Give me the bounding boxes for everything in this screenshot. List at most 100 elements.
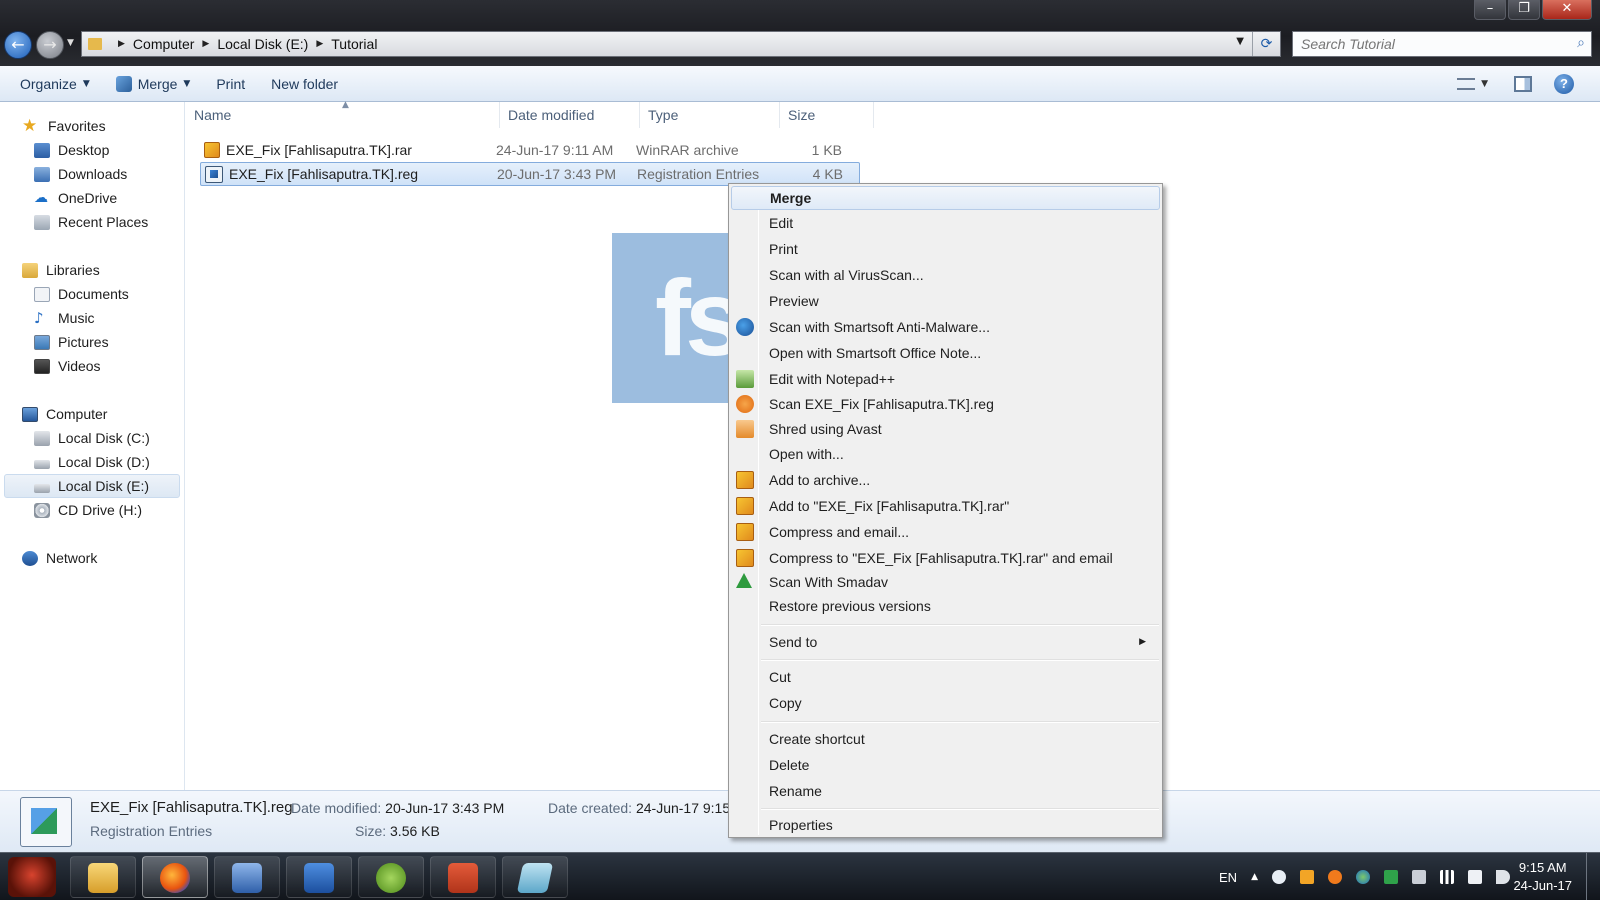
chevron-right-icon[interactable]: ▶ bbox=[118, 39, 125, 49]
recent-pages-dropdown[interactable]: ▼ bbox=[67, 38, 74, 48]
organize-button[interactable]: Organize ▼ bbox=[10, 66, 100, 101]
print-button[interactable]: Print bbox=[206, 66, 255, 101]
taskbar-explorer[interactable] bbox=[70, 856, 136, 898]
taskbar-notepad[interactable] bbox=[502, 856, 568, 898]
address-bar[interactable]: ▶ Computer ▶ Local Disk (E:) ▶ Tutorial ▼ … bbox=[81, 31, 1281, 57]
sidebar-item-local-disk-e[interactable]: Local Disk (E:) bbox=[4, 474, 180, 498]
menu-item-preview[interactable]: Preview bbox=[731, 289, 1160, 313]
libraries-icon bbox=[22, 262, 38, 278]
preview-pane-icon[interactable] bbox=[1514, 76, 1532, 92]
chevron-down-icon: ▼ bbox=[82, 78, 90, 89]
menu-item-open-smartsoft-note[interactable]: Open with Smartsoft Office Note... bbox=[731, 341, 1160, 365]
sidebar-computer[interactable]: Computer bbox=[0, 402, 184, 426]
menu-item-compress-email[interactable]: Compress and email... bbox=[731, 520, 1160, 544]
sidebar-item-cd-drive-h[interactable]: CD Drive (H:) bbox=[0, 498, 184, 522]
show-hidden-icons-icon[interactable]: ▲ bbox=[1251, 872, 1258, 882]
menu-item-delete[interactable]: Delete bbox=[731, 753, 1160, 777]
minimize-button[interactable]: – bbox=[1474, 0, 1506, 20]
taskbar-vm-player[interactable] bbox=[214, 856, 280, 898]
menu-item-scan-smadav[interactable]: Scan With Smadav bbox=[731, 570, 1160, 594]
sidebar-libraries[interactable]: Libraries bbox=[0, 258, 184, 282]
smadav-tray-icon[interactable] bbox=[1384, 870, 1398, 884]
menu-item-properties[interactable]: Properties bbox=[731, 813, 1160, 837]
address-history-dropdown[interactable]: ▼ bbox=[1236, 36, 1244, 47]
breadcrumb-local-disk-e[interactable]: Local Disk (E:) ▶ bbox=[217, 36, 331, 52]
network-signal-icon[interactable] bbox=[1440, 870, 1454, 884]
menu-item-print[interactable]: Print bbox=[731, 237, 1160, 261]
breadcrumb-tutorial[interactable]: Tutorial bbox=[331, 36, 377, 52]
desktop-icon bbox=[34, 142, 50, 158]
view-options-dropdown[interactable]: ▼ bbox=[1481, 79, 1488, 89]
sidebar-network[interactable]: Network bbox=[0, 546, 184, 570]
menu-item-add-to-rar[interactable]: Add to "EXE_Fix [Fahlisaputra.TK].rar" bbox=[731, 494, 1160, 518]
sidebar-item-recent-places[interactable]: Recent Places bbox=[0, 210, 184, 234]
maximize-button[interactable]: ❐ bbox=[1508, 0, 1540, 20]
show-desktop-button[interactable] bbox=[1586, 853, 1600, 900]
menu-item-scan-virusscan[interactable]: Scan with al VirusScan... bbox=[731, 263, 1160, 287]
taskbar-powerpoint[interactable] bbox=[430, 856, 496, 898]
menu-item-scan-avast[interactable]: Scan EXE_Fix [Fahlisaputra.TK].reg bbox=[731, 392, 1160, 416]
volume-icon[interactable] bbox=[1496, 870, 1510, 884]
reg-icon bbox=[205, 165, 223, 183]
sidebar-item-documents[interactable]: Documents bbox=[0, 282, 184, 306]
avast-tray-icon[interactable] bbox=[1328, 870, 1342, 884]
music-note-icon: ♪ bbox=[34, 308, 44, 327]
details-date-created: Date created: 24-Jun-17 9:15 bbox=[548, 800, 731, 816]
menu-item-rename[interactable]: Rename bbox=[731, 779, 1160, 803]
onedrive-tray-icon[interactable] bbox=[1272, 870, 1286, 884]
search-icon[interactable]: ⌕ bbox=[1577, 35, 1585, 51]
sidebar-item-local-disk-c[interactable]: Local Disk (C:) bbox=[0, 426, 184, 450]
sidebar-item-downloads[interactable]: Downloads bbox=[0, 162, 184, 186]
sidebar-item-music[interactable]: ♪ Music bbox=[0, 306, 184, 330]
sidebar-item-onedrive[interactable]: ☁ OneDrive bbox=[0, 186, 184, 210]
title-bar: – ❐ ✕ ← → ▼ ▶ Computer ▶ Local Disk (E:) ▶… bbox=[0, 0, 1600, 66]
chevron-right-icon[interactable]: ▶ bbox=[316, 39, 323, 49]
sidebar-item-desktop[interactable]: Desktop bbox=[0, 138, 184, 162]
chevron-right-icon[interactable]: ▶ bbox=[202, 39, 209, 49]
menu-item-send-to[interactable]: Send to ▶ bbox=[731, 630, 1160, 654]
menu-item-edit[interactable]: Edit bbox=[731, 211, 1160, 235]
breadcrumb-computer[interactable]: Computer ▶ bbox=[133, 36, 217, 52]
forward-button[interactable]: → bbox=[36, 31, 64, 59]
media-tray-icon[interactable] bbox=[1300, 870, 1314, 884]
menu-item-edit-notepadpp[interactable]: Edit with Notepad++ bbox=[731, 367, 1160, 391]
start-button[interactable] bbox=[8, 857, 56, 897]
clock[interactable]: 9:15 AM 24-Jun-17 bbox=[1513, 859, 1572, 895]
menu-item-copy[interactable]: Copy bbox=[731, 691, 1160, 715]
update-tray-icon[interactable] bbox=[1356, 870, 1370, 884]
column-header-type[interactable]: Type bbox=[640, 102, 780, 128]
refresh-button[interactable]: ⟳ bbox=[1252, 32, 1280, 56]
taskbar-firefox[interactable] bbox=[142, 856, 208, 898]
menu-item-restore-previous-versions[interactable]: Restore previous versions bbox=[731, 594, 1160, 618]
menu-item-cut[interactable]: Cut bbox=[731, 665, 1160, 689]
taskbar-android-studio[interactable] bbox=[358, 856, 424, 898]
search-box[interactable]: ⌕ bbox=[1292, 31, 1592, 57]
column-header-date-modified[interactable]: Date modified bbox=[500, 102, 640, 128]
menu-item-open-with[interactable]: Open with... bbox=[731, 442, 1160, 466]
menu-item-shred-avast[interactable]: Shred using Avast bbox=[731, 417, 1160, 441]
details-date-modified: Date modified: 20-Jun-17 3:43 PM bbox=[291, 800, 505, 816]
menu-item-compress-to-rar-email[interactable]: Compress to "EXE_Fix [Fahlisaputra.TK].r… bbox=[731, 546, 1160, 570]
menu-item-add-to-archive[interactable]: Add to archive... bbox=[731, 468, 1160, 492]
menu-item-scan-smartsoft[interactable]: Scan with Smartsoft Anti-Malware... bbox=[731, 315, 1160, 339]
sidebar-item-videos[interactable]: Videos bbox=[0, 354, 184, 378]
action-center-flag-icon[interactable] bbox=[1468, 870, 1482, 884]
file-row[interactable]: EXE_Fix [Fahlisaputra.TK].rar 24-Jun-17 … bbox=[200, 138, 860, 162]
help-icon[interactable]: ? bbox=[1554, 74, 1574, 94]
sidebar-item-pictures[interactable]: Pictures bbox=[0, 330, 184, 354]
change-view-icon[interactable] bbox=[1457, 78, 1476, 90]
new-folder-button[interactable]: New folder bbox=[261, 66, 348, 101]
rar-icon bbox=[204, 142, 220, 158]
merge-button[interactable]: Merge ▼ bbox=[106, 66, 201, 101]
sidebar-favorites[interactable]: ★ Favorites bbox=[0, 114, 184, 138]
power-tray-icon[interactable] bbox=[1412, 870, 1426, 884]
search-input[interactable] bbox=[1293, 32, 1553, 56]
back-button[interactable]: ← bbox=[4, 31, 32, 59]
language-indicator[interactable]: EN bbox=[1219, 870, 1237, 885]
taskbar-visual-basic[interactable] bbox=[286, 856, 352, 898]
menu-item-create-shortcut[interactable]: Create shortcut bbox=[731, 727, 1160, 751]
column-header-size[interactable]: Size bbox=[780, 102, 874, 128]
sidebar-item-local-disk-d[interactable]: Local Disk (D:) bbox=[0, 450, 184, 474]
menu-item-merge[interactable]: Merge bbox=[731, 186, 1160, 210]
close-button[interactable]: ✕ bbox=[1542, 0, 1592, 20]
